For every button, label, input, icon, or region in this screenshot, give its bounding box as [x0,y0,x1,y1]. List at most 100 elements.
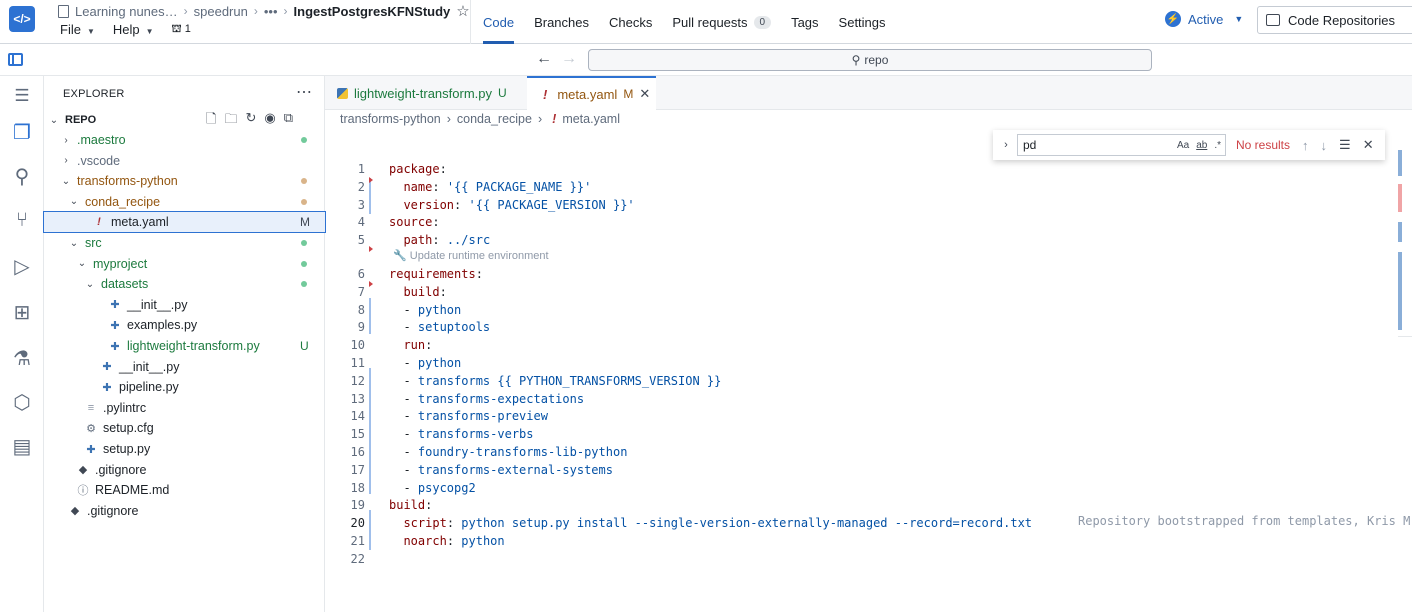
forward-arrow-icon[interactable]: → [561,50,577,68]
tree-item[interactable]: ⓘ README.md [44,480,325,500]
line-number: 5 [357,233,365,248]
find-input[interactable]: pd Aa ab .* [1017,134,1226,156]
tab-branches[interactable]: Branches [534,0,589,44]
code-line: 12 - transforms {{ PYTHON_TRANSFORMS_VER… [325,372,1412,390]
branches-indicator[interactable]: ⛫ 1 [172,23,191,37]
code-repositories-button[interactable]: Code Repositories [1257,6,1412,34]
tree-item-label: __init__.py [119,359,180,374]
tree-item[interactable]: ⌄ conda_recipe [44,192,325,212]
star-icon[interactable]: ☆ [456,2,469,20]
overview-ruler[interactable] [1398,140,1412,380]
menu-help[interactable]: Help ▼ [113,22,154,37]
python-file-icon: ✚ [102,361,112,374]
menu-file[interactable]: File ▼ [60,22,95,37]
tab-code[interactable]: Code [483,0,515,44]
tab-tags-label: Tags [791,14,819,30]
editor-tab-meta-yaml[interactable]: ! meta.yaml M ✕ [527,76,656,110]
settings-hexagon-icon[interactable]: ⬡ [8,388,36,416]
tree-item[interactable]: ⌄ datasets [44,274,325,294]
navigation-bar: ← → ⚲ repo [0,44,1412,76]
tree-item[interactable]: ✚ examples.py [44,315,325,335]
line-number: 9 [357,320,365,335]
explorer-panel: EXPLORER ⋯ ⌄ REPO 🗋 🗀 ↻ ◉ ⧉ › .maestro › .v… [43,76,326,612]
tree-item[interactable]: ≡ .pylintrc [44,398,325,418]
status-badge: M [300,215,310,230]
close-icon[interactable]: ✕ [1363,137,1374,153]
tree-item[interactable]: ⌄ myproject [44,254,325,274]
code-editor[interactable]: 1 package: 2 name: '{{ PACKAGE_NAME }}' 3 v… [325,160,1412,570]
status-dropdown[interactable]: ⚡ Active ▼ [1165,11,1243,27]
status-dot [301,240,307,246]
tree-item[interactable]: ✚ __init__.py [44,295,325,315]
line-number: 4 [357,215,365,230]
breadcrumb-folder[interactable]: speedrun [194,4,248,19]
extensions-icon[interactable]: ⊞ [8,298,36,326]
back-arrow-icon[interactable]: ← [536,50,552,68]
tree-item[interactable]: ✚ __init__.py [44,357,325,377]
change-marker [369,510,371,550]
line-number: 15 [350,427,365,442]
regex-icon[interactable]: .* [1214,140,1221,151]
explorer-files-icon[interactable]: ❐ [8,118,36,146]
ruler-mark [1398,150,1402,176]
code-text: - transforms-verbs [403,427,534,442]
app-logo-icon[interactable]: </> [9,6,35,32]
tree-item[interactable]: ◆ .gitignore [44,460,325,480]
next-match-icon[interactable]: ↓ [1321,138,1328,153]
find-query: pd [1023,138,1037,152]
line-number: 11 [350,356,365,370]
breadcrumb-project[interactable]: Learning nunes… [75,4,178,19]
search-icon[interactable]: ⚲ [8,162,36,190]
previous-match-icon[interactable]: ↑ [1302,138,1309,153]
tree-item[interactable]: ✚ pipeline.py [44,377,325,397]
editor-breadcrumb-item[interactable]: conda_recipe [457,112,532,126]
chevron-right-icon: › [446,112,451,126]
line-number: 1 [357,162,365,176]
command-search-input[interactable]: ⚲ repo [588,49,1152,71]
editor-breadcrumb-item[interactable]: meta.yaml [562,112,620,126]
tree-item[interactable]: ✚ setup.py [44,439,325,459]
codelens[interactable]: 🔧 Update runtime environment [393,249,549,262]
code-line: 10 run: [325,336,1412,354]
whole-word-icon[interactable]: ab [1196,140,1207,151]
source-control-icon[interactable]: ⑂ [8,206,36,234]
collapse-all-icon[interactable]: ⧉ [284,110,293,132]
text-file-icon: ≡ [87,401,95,414]
menu-icon[interactable]: ☰ [8,82,36,110]
tree-item[interactable]: ⌄ transforms-python [44,171,325,191]
refresh-icon[interactable]: ↻ [245,110,256,132]
python-file-icon [337,87,348,99]
new-folder-icon[interactable]: 🗀 [224,110,237,132]
tab-checks[interactable]: Checks [609,0,652,44]
tree-item[interactable]: ✚ lightweight-transform.py U [44,336,325,356]
tab-pull-requests[interactable]: Pull requests 0 [672,0,772,44]
match-case-icon[interactable]: Aa [1177,140,1189,151]
new-file-icon[interactable]: 🗋 [206,110,216,132]
editor-tab-lightweight-transform[interactable]: lightweight-transform.py U [325,76,525,110]
tree-item[interactable]: ! meta.yaml M [43,211,326,234]
tree-item[interactable]: ⌄ src [44,233,325,253]
toggle-replace-icon[interactable]: › [997,139,1015,151]
tab-tags[interactable]: Tags [791,0,818,44]
tree-item[interactable]: ◆ .gitignore [44,501,325,521]
breadcrumb-more[interactable]: ••• [264,4,278,19]
code-line: 1 package: [325,160,1412,178]
tree-item[interactable]: ⚙ setup.cfg [44,418,325,438]
tree-item-label: README.md [95,483,170,498]
tree-item[interactable]: › .vscode [44,151,325,171]
run-debug-icon[interactable]: ▷ [8,252,36,280]
find-result: No results [1236,138,1291,152]
chevron-down-icon: ⌄ [85,278,95,290]
toggle-sidebar-icon[interactable] [8,53,23,66]
close-tab-icon[interactable]: ✕ [639,86,650,102]
tree-item[interactable]: › .maestro [44,130,325,150]
eye-icon[interactable]: ◉ [264,110,275,132]
flask-icon[interactable]: ⚗ [8,344,36,372]
code-line: 15 - transforms-verbs [325,425,1412,443]
find-in-selection-icon[interactable]: ☰ [1339,137,1351,153]
package-icon[interactable]: ▤ [8,432,36,460]
code-line: 8 - python [325,301,1412,319]
tab-settings[interactable]: Settings [839,0,886,44]
more-actions-icon[interactable]: ⋯ [296,82,312,102]
editor-breadcrumb-item[interactable]: transforms-python [340,112,441,126]
